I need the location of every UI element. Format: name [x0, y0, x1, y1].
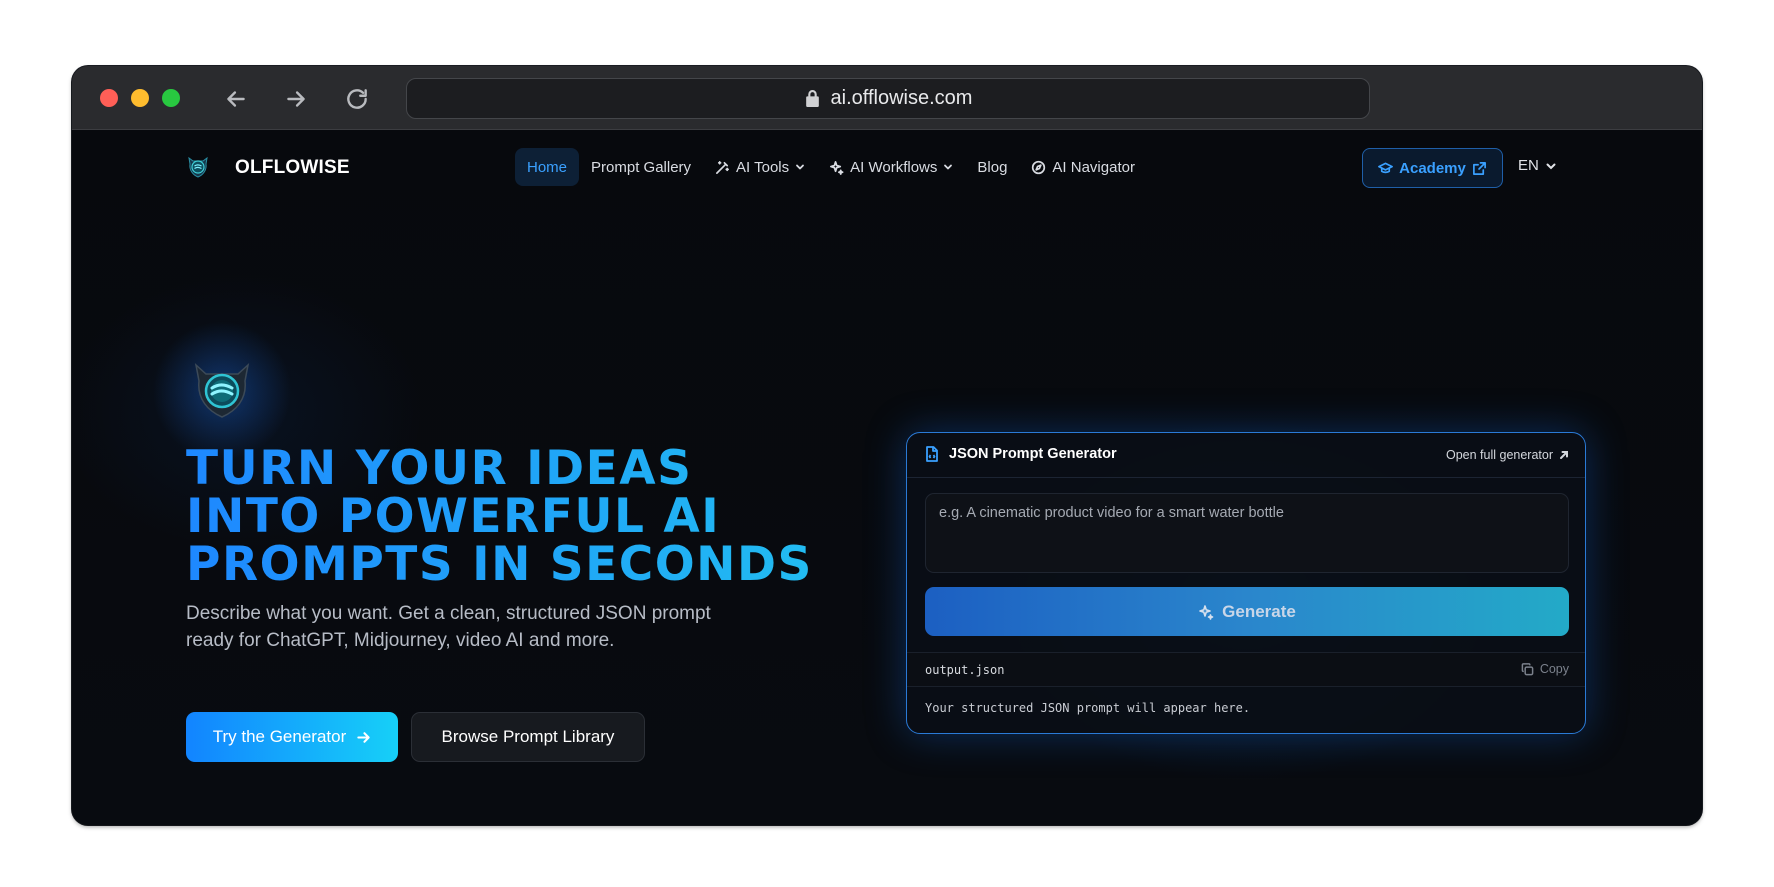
card-title-text: JSON Prompt Generator: [949, 446, 1117, 462]
logo-icon[interactable]: [186, 155, 210, 179]
nav-item-label: AI Tools: [736, 158, 790, 176]
wand-icon: [716, 160, 730, 174]
browser-toolbar: ai.offlowise.com: [72, 66, 1702, 130]
academy-button[interactable]: Academy: [1362, 148, 1503, 188]
minimize-window-button[interactable]: [131, 89, 149, 107]
sparkle-icon: [1199, 604, 1214, 620]
copy-label: Copy: [1539, 662, 1569, 676]
generate-button[interactable]: Generate: [925, 587, 1569, 636]
nav-item-home[interactable]: Home: [515, 148, 580, 186]
generate-label: Generate: [1222, 601, 1296, 621]
nav-item-ai-tools[interactable]: AI Tools: [703, 148, 817, 186]
reload-button[interactable]: [340, 82, 374, 116]
arrow-right-icon: [287, 91, 305, 107]
hero-subtext: Describe what you want. Get a clean, str…: [186, 603, 711, 651]
open-full-label: Open full generator: [1445, 448, 1553, 462]
file-code-icon: [926, 446, 938, 462]
chevron-down-icon: [1546, 163, 1556, 169]
close-window-button[interactable]: [100, 89, 118, 107]
brand-name[interactable]: OLFLOWISE: [235, 157, 350, 179]
url-text: ai.offlowise.com: [830, 87, 973, 109]
nav-item-label: AI Navigator: [1052, 158, 1135, 176]
headline-line: INTO POWERFUL AI: [186, 489, 721, 544]
back-button[interactable]: [219, 82, 253, 116]
output-filename: output.json: [925, 663, 1005, 677]
copy-button[interactable]: Copy: [1521, 662, 1569, 676]
browser-window: ai.offlowise.com OLFLOWISE Home Prompt G…: [72, 66, 1702, 825]
maximize-window-button[interactable]: [162, 89, 180, 107]
emblem-icon: [194, 362, 250, 418]
reload-icon: [347, 89, 367, 109]
arrow-right-icon: [357, 731, 370, 743]
chevron-down-icon: [944, 164, 953, 170]
json-prompt-generator-card: JSON Prompt Generator Open full generato…: [906, 432, 1586, 734]
copy-icon: [1521, 662, 1534, 675]
address-bar[interactable]: ai.offlowise.com: [406, 78, 1370, 119]
sparkle-icon: [830, 160, 844, 175]
output-placeholder: Your structured JSON prompt will appear …: [925, 701, 1251, 715]
card-title: JSON Prompt Generator: [925, 446, 1117, 462]
nav-item-label: Prompt Gallery: [591, 158, 692, 176]
output-header: output.json Copy: [907, 652, 1585, 687]
language-label: EN: [1518, 157, 1539, 174]
try-generator-label: Try the Generator: [212, 727, 347, 746]
graduation-cap-icon: [1378, 162, 1394, 173]
headline-line: TURN YOUR IDEAS: [186, 441, 693, 496]
nav-item-label: Blog: [977, 158, 1008, 176]
academy-label: Academy: [1399, 159, 1466, 177]
browse-prompt-library-button[interactable]: Browse Prompt Library: [411, 712, 645, 762]
lock-icon: [805, 90, 819, 107]
nav-item-label: AI Workflows: [850, 158, 938, 176]
nav-item-label: Home: [527, 158, 568, 176]
arrow-left-icon: [227, 91, 245, 107]
headline-line: PROMPTS IN SECONDS: [186, 537, 813, 592]
hero-headline: TURN YOUR IDEAS INTO POWERFUL AI PROMPTS…: [186, 445, 866, 589]
nav-item-prompt-gallery[interactable]: Prompt Gallery: [579, 148, 703, 186]
try-generator-button[interactable]: Try the Generator: [186, 712, 398, 762]
main-nav: Home Prompt Gallery AI Tools AI Workflow…: [515, 148, 1147, 186]
compass-icon: [1032, 160, 1046, 174]
language-selector[interactable]: EN: [1518, 157, 1557, 174]
page-content: OLFLOWISE Home Prompt Gallery AI Tools A…: [72, 131, 1702, 825]
forward-button[interactable]: [279, 82, 313, 116]
nav-item-ai-workflows[interactable]: AI Workflows: [817, 148, 965, 186]
open-full-generator-link[interactable]: Open full generator: [1446, 448, 1569, 462]
nav-item-ai-navigator[interactable]: AI Navigator: [1019, 148, 1147, 186]
arrow-up-right-icon: [1560, 451, 1568, 459]
prompt-input[interactable]: e.g. A cinematic product video for a sma…: [925, 493, 1569, 573]
external-link-icon: [1472, 161, 1486, 175]
card-header: JSON Prompt Generator Open full generato…: [907, 433, 1585, 478]
chevron-down-icon: [796, 164, 805, 170]
nav-item-blog[interactable]: Blog: [965, 148, 1019, 186]
